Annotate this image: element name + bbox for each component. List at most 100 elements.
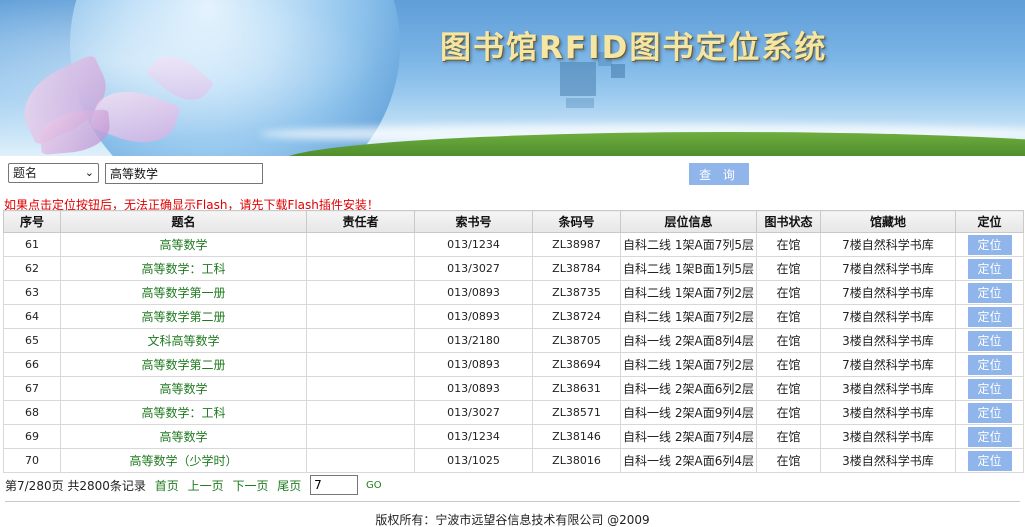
cell-title: 高等数学第二册 xyxy=(60,352,307,377)
header-banner: 图书馆RFID图书定位系统 xyxy=(0,0,1025,156)
cell-no: 64 xyxy=(3,304,61,329)
cell-status: 在馆 xyxy=(756,256,821,281)
cell-call-number: 013/2180 xyxy=(414,328,533,353)
column-header-status: 图书状态 xyxy=(756,210,821,233)
cell-location: 3楼自然科学书库 xyxy=(820,400,956,425)
locate-button[interactable]: 定位 xyxy=(967,451,1012,471)
cell-location: 7楼自然科学书库 xyxy=(820,280,956,305)
cell-call-number: 013/0893 xyxy=(414,352,533,377)
chevron-down-icon: ⌄ xyxy=(84,166,94,179)
cell-shelf: 自科二线 1架A面7列2层 xyxy=(620,352,757,377)
cell-status: 在馆 xyxy=(756,448,821,473)
app-title: 图书馆RFID图书定位系统 xyxy=(440,30,828,66)
footer-divider xyxy=(5,501,1020,502)
cell-shelf: 自科一线 2架A面7列4层 xyxy=(620,424,757,449)
cell-barcode: ZL38016 xyxy=(532,448,621,473)
locate-button[interactable]: 定位 xyxy=(967,403,1012,423)
cell-call-number: 013/0893 xyxy=(414,280,533,305)
search-input[interactable] xyxy=(105,163,263,184)
cell-location: 3楼自然科学书库 xyxy=(820,448,956,473)
cell-status: 在馆 xyxy=(756,352,821,377)
first-page-link[interactable]: 首页 xyxy=(155,477,179,494)
cell-no: 61 xyxy=(3,232,61,257)
column-header-author: 责任者 xyxy=(306,210,415,233)
cell-locate: 定位 xyxy=(955,304,1024,329)
search-field-selected: 题名 xyxy=(13,166,38,180)
table-row: 64 高等数学第二册 013/0893 ZL38724 自科二线 1架A面7列2层 在馆 7… xyxy=(3,304,1024,329)
cell-barcode: ZL38784 xyxy=(532,256,621,281)
cell-locate: 定位 xyxy=(955,328,1024,353)
cell-title: 高等数学第二册 xyxy=(60,304,307,329)
cell-title: 高等数学（少学时） xyxy=(60,448,307,473)
column-header-title: 题名 xyxy=(60,210,307,233)
cell-shelf: 自科二线 1架B面1列5层 xyxy=(620,256,757,281)
cell-barcode: ZL38631 xyxy=(532,376,621,401)
cell-barcode: ZL38694 xyxy=(532,352,621,377)
cell-location: 3楼自然科学书库 xyxy=(820,328,956,353)
results-table: 序号 题名 责任者 索书号 条码号 层位信息 图书状态 馆藏地 定位 61 高等数… xyxy=(3,210,1024,473)
column-header-shelf: 层位信息 xyxy=(620,210,757,233)
cell-call-number: 013/3027 xyxy=(414,256,533,281)
prev-page-link[interactable]: 上一页 xyxy=(188,477,224,494)
cell-no: 69 xyxy=(3,424,61,449)
table-row: 70 高等数学（少学时） 013/1025 ZL38016 自科一线 2架A面6列4层在… xyxy=(3,448,1024,473)
cell-title: 高等数学 xyxy=(60,424,307,449)
cell-shelf: 自科二线 1架A面7列2层 xyxy=(620,304,757,329)
locate-button[interactable]: 定位 xyxy=(967,235,1012,255)
table-row: 69 高等数学 013/1234 ZL38146 自科一线 2架A面7列4层 在馆 3楼自然… xyxy=(3,424,1024,449)
cell-barcode: ZL38987 xyxy=(532,232,621,257)
locate-button[interactable]: 定位 xyxy=(967,259,1012,279)
column-header-call-number: 索书号 xyxy=(414,210,533,233)
cell-locate: 定位 xyxy=(955,280,1024,305)
cell-title: 高等数学 xyxy=(60,376,307,401)
cell-shelf: 自科一线 2架A面6列2层 xyxy=(620,376,757,401)
locate-button[interactable]: 定位 xyxy=(967,331,1012,351)
go-button[interactable]: GO xyxy=(366,480,382,491)
cell-location: 3楼自然科学书库 xyxy=(820,424,956,449)
cell-no: 70 xyxy=(3,448,61,473)
table-row: 63 高等数学第一册 013/0893 ZL38735 自科二线 1架A面7列2层 在馆 7… xyxy=(3,280,1024,305)
cell-location: 7楼自然科学书库 xyxy=(820,232,956,257)
cell-no: 62 xyxy=(3,256,61,281)
cell-locate: 定位 xyxy=(955,400,1024,425)
cell-status: 在馆 xyxy=(756,424,821,449)
cell-title: 高等数学第一册 xyxy=(60,280,307,305)
column-header-no: 序号 xyxy=(3,210,61,233)
cell-status: 在馆 xyxy=(756,232,821,257)
decorative-square xyxy=(566,98,594,108)
cell-location: 7楼自然科学书库 xyxy=(820,256,956,281)
pagination: 第7/280页 共2800条记录 首页 上一页 下一页 尾页 GO xyxy=(5,475,382,495)
cell-author xyxy=(306,352,415,377)
last-page-link[interactable]: 尾页 xyxy=(277,477,301,494)
page-info: 第7/280页 共2800条记录 xyxy=(5,478,146,493)
decorative-square xyxy=(560,62,596,96)
cell-shelf: 自科一线 2架A面6列4层 xyxy=(620,448,757,473)
table-row: 67 高等数学 013/0893 ZL38631 自科一线 2架A面6列2层 在馆 3楼自然… xyxy=(3,376,1024,401)
query-button[interactable]: 查 询 xyxy=(689,163,749,185)
locate-button[interactable]: 定位 xyxy=(967,307,1012,327)
cell-shelf: 自科二线 1架A面7列2层 xyxy=(620,280,757,305)
cell-location: 7楼自然科学书库 xyxy=(820,352,956,377)
cell-no: 63 xyxy=(3,280,61,305)
next-page-link[interactable]: 下一页 xyxy=(232,477,268,494)
locate-button[interactable]: 定位 xyxy=(967,283,1012,303)
cell-status: 在馆 xyxy=(756,328,821,353)
cell-no: 66 xyxy=(3,352,61,377)
locate-button[interactable]: 定位 xyxy=(967,379,1012,399)
column-header-barcode: 条码号 xyxy=(532,210,621,233)
cell-locate: 定位 xyxy=(955,376,1024,401)
locate-button[interactable]: 定位 xyxy=(967,355,1012,375)
cell-author xyxy=(306,328,415,353)
cell-call-number: 013/1234 xyxy=(414,232,533,257)
locate-button[interactable]: 定位 xyxy=(967,427,1012,447)
cell-author xyxy=(306,376,415,401)
search-field-select[interactable]: 题名 ⌄ xyxy=(8,163,99,183)
cell-author xyxy=(306,400,415,425)
cell-barcode: ZL38146 xyxy=(532,424,621,449)
table-row: 65 文科高等数学 013/2180 ZL38705 自科一线 2架A面8列4层 在馆 3楼… xyxy=(3,328,1024,353)
page-number-input[interactable] xyxy=(310,475,359,495)
cell-call-number: 013/0893 xyxy=(414,376,533,401)
cell-author xyxy=(306,256,415,281)
cell-location: 7楼自然科学书库 xyxy=(820,304,956,329)
column-header-locate: 定位 xyxy=(955,210,1024,233)
